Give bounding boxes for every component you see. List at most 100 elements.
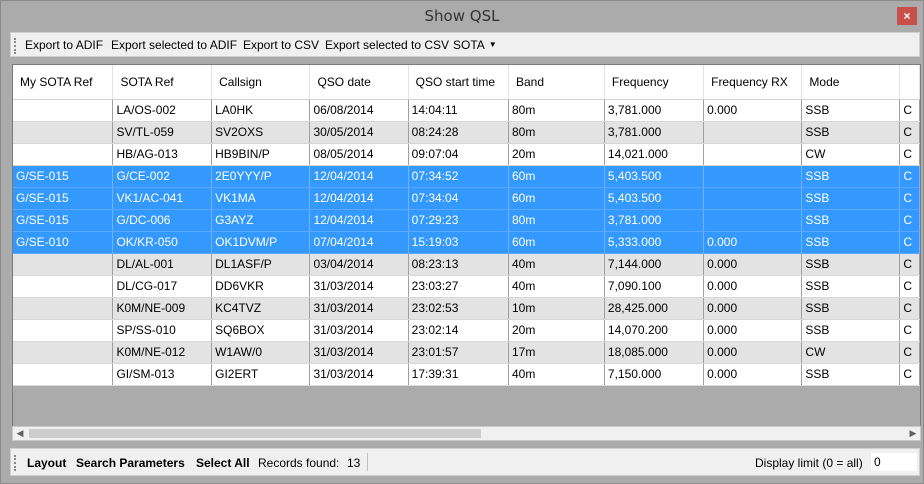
my-sota-ref-cell[interactable]: G/SE-015 — [13, 187, 114, 210]
qso-start-time-cell[interactable]: 15:19:03 — [408, 231, 510, 254]
mode-cell[interactable]: SSB — [801, 253, 901, 276]
qso-start-time-cell[interactable]: 08:24:28 — [408, 121, 510, 144]
mode-cell[interactable]: SSB — [801, 99, 901, 122]
qso-start-time-cell[interactable]: 07:29:23 — [408, 209, 510, 232]
overflow-cell[interactable]: C — [899, 363, 920, 386]
frequency-cell[interactable]: 3,781.000 — [604, 209, 705, 232]
column-header-frequency-rx[interactable]: Frequency RX — [703, 65, 803, 100]
my-sota-ref-cell[interactable]: G/SE-015 — [13, 165, 114, 188]
band-cell[interactable]: 10m — [508, 297, 605, 320]
qso-date-cell[interactable]: 12/04/2014 — [309, 165, 409, 188]
band-cell[interactable]: 60m — [508, 187, 605, 210]
table-row[interactable]: DL/AL-001 DL1ASF/P 03/04/2014 08:23:13 40m 7,… — [13, 253, 920, 276]
qso-start-time-cell[interactable]: 14:04:11 — [408, 99, 510, 122]
frequency-cell[interactable]: 14,070.200 — [604, 319, 705, 342]
band-cell[interactable]: 17m — [508, 341, 605, 364]
sota-dropdown[interactable]: SOTA ▼ — [453, 38, 497, 52]
band-cell[interactable]: 20m — [508, 319, 605, 342]
mode-cell[interactable]: SSB — [801, 165, 901, 188]
callsign-cell[interactable]: LA0HK — [211, 99, 311, 122]
overflow-cell[interactable]: C — [899, 275, 920, 298]
qso-date-cell[interactable]: 06/08/2014 — [309, 99, 409, 122]
table-row[interactable]: K0M/NE-009 KC4TVZ 31/03/2014 23:02:53 10m 28,… — [13, 297, 920, 320]
frequency-rx-cell[interactable]: 0.000 — [703, 275, 803, 298]
callsign-cell[interactable]: GI2ERT — [211, 363, 311, 386]
callsign-cell[interactable]: VK1MA — [211, 187, 311, 210]
table-row[interactable]: SP/SS-010 SQ6BOX 31/03/2014 23:02:14 20m 14,0… — [13, 319, 920, 342]
overflow-cell[interactable]: C — [899, 253, 920, 276]
sota-ref-cell[interactable]: GI/SM-013 — [112, 363, 213, 386]
table-row[interactable]: G/SE-010 OK/KR-050 OK1DVM/P 07/04/2014 15:19… — [13, 231, 920, 254]
my-sota-ref-cell[interactable] — [13, 99, 114, 122]
frequency-rx-cell[interactable]: 0.000 — [703, 297, 803, 320]
band-cell[interactable]: 80m — [508, 99, 605, 122]
scroll-left-icon[interactable]: ◀ — [13, 427, 27, 440]
qso-start-time-cell[interactable]: 09:07:04 — [408, 143, 510, 166]
qso-date-cell[interactable]: 31/03/2014 — [309, 341, 409, 364]
table-row[interactable]: G/SE-015 VK1/AC-041 VK1MA 12/04/2014 07:34:0… — [13, 187, 920, 210]
band-cell[interactable]: 40m — [508, 253, 605, 276]
my-sota-ref-cell[interactable] — [13, 143, 114, 166]
callsign-cell[interactable]: OK1DVM/P — [211, 231, 311, 254]
band-cell[interactable]: 80m — [508, 121, 605, 144]
overflow-cell[interactable]: C — [899, 187, 920, 210]
qso-date-cell[interactable]: 31/03/2014 — [309, 275, 409, 298]
my-sota-ref-cell[interactable] — [13, 253, 114, 276]
mode-cell[interactable]: SSB — [801, 319, 901, 342]
frequency-cell[interactable]: 3,781.000 — [604, 121, 705, 144]
callsign-cell[interactable]: 2E0YYY/P — [211, 165, 311, 188]
mode-cell[interactable]: SSB — [801, 363, 901, 386]
my-sota-ref-cell[interactable] — [13, 297, 114, 320]
statusbar-grip[interactable] — [14, 455, 17, 471]
my-sota-ref-cell[interactable] — [13, 341, 114, 364]
select-all-button[interactable]: Select All — [196, 456, 250, 470]
qso-start-time-cell[interactable]: 17:39:31 — [408, 363, 510, 386]
overflow-cell[interactable]: C — [899, 297, 920, 320]
frequency-rx-cell[interactable]: 0.000 — [703, 319, 803, 342]
band-cell[interactable]: 80m — [508, 209, 605, 232]
overflow-cell[interactable]: C — [899, 99, 920, 122]
frequency-rx-cell[interactable]: 0.000 — [703, 231, 803, 254]
qso-date-cell[interactable]: 31/03/2014 — [309, 297, 409, 320]
band-cell[interactable]: 20m — [508, 143, 605, 166]
sota-ref-cell[interactable]: DL/AL-001 — [112, 253, 213, 276]
band-cell[interactable]: 60m — [508, 231, 605, 254]
callsign-cell[interactable]: G3AYZ — [211, 209, 311, 232]
overflow-cell[interactable]: C — [899, 143, 920, 166]
qso-date-cell[interactable]: 03/04/2014 — [309, 253, 409, 276]
frequency-cell[interactable]: 3,781.000 — [604, 99, 705, 122]
my-sota-ref-cell[interactable]: G/SE-015 — [13, 209, 114, 232]
sota-ref-cell[interactable]: VK1/AC-041 — [112, 187, 213, 210]
qso-start-time-cell[interactable]: 23:03:27 — [408, 275, 510, 298]
search-parameters-button[interactable]: Search Parameters — [76, 456, 185, 470]
callsign-cell[interactable]: DL1ASF/P — [211, 253, 311, 276]
table-row[interactable]: G/SE-015 G/DC-006 G3AYZ 12/04/2014 07:29:23 8… — [13, 209, 920, 232]
sota-ref-cell[interactable]: HB/AG-013 — [112, 143, 213, 166]
table-row[interactable]: K0M/NE-012 W1AW/0 31/03/2014 23:01:57 17m 18,… — [13, 341, 920, 364]
frequency-rx-cell[interactable]: 0.000 — [703, 99, 803, 122]
table-row[interactable]: GI/SM-013 GI2ERT 31/03/2014 17:39:31 40m 7,15… — [13, 363, 920, 386]
horizontal-scrollbar[interactable]: ◀ ▶ — [12, 426, 921, 441]
my-sota-ref-cell[interactable] — [13, 363, 114, 386]
frequency-cell[interactable]: 28,425.000 — [604, 297, 705, 320]
qso-start-time-cell[interactable]: 23:02:53 — [408, 297, 510, 320]
column-header-overflow[interactable] — [899, 65, 920, 100]
frequency-rx-cell[interactable] — [703, 165, 803, 188]
column-header-frequency[interactable]: Frequency — [604, 65, 705, 100]
my-sota-ref-cell[interactable] — [13, 121, 114, 144]
scroll-right-icon[interactable]: ▶ — [906, 427, 920, 440]
mode-cell[interactable]: SSB — [801, 275, 901, 298]
qso-date-cell[interactable]: 31/03/2014 — [309, 363, 409, 386]
export-csv-button[interactable]: Export to CSV — [243, 38, 319, 52]
overflow-cell[interactable]: C — [899, 121, 920, 144]
callsign-cell[interactable]: SV2OXS — [211, 121, 311, 144]
qso-date-cell[interactable]: 30/05/2014 — [309, 121, 409, 144]
qso-start-time-cell[interactable]: 08:23:13 — [408, 253, 510, 276]
frequency-cell[interactable]: 14,021.000 — [604, 143, 705, 166]
sota-ref-cell[interactable]: SV/TL-059 — [112, 121, 213, 144]
column-header-qso-start-time[interactable]: QSO start time — [408, 65, 510, 100]
frequency-cell[interactable]: 5,333.000 — [604, 231, 705, 254]
sota-ref-cell[interactable]: K0M/NE-012 — [112, 341, 213, 364]
frequency-cell[interactable]: 7,090.100 — [604, 275, 705, 298]
layout-button[interactable]: Layout — [27, 456, 66, 470]
